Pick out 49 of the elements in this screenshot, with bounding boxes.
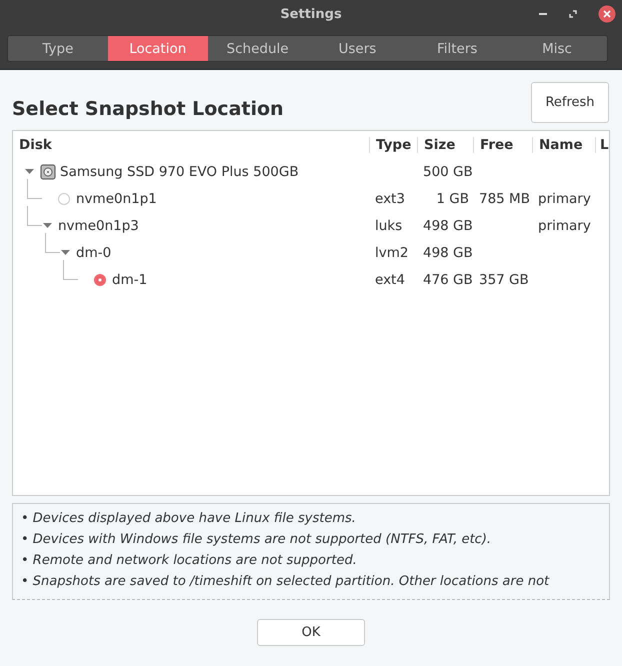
table-cell: 1 GB bbox=[436, 190, 469, 206]
window-title: Settings bbox=[280, 6, 342, 22]
column-header[interactable]: Name bbox=[532, 136, 595, 152]
device-name: dm-1 bbox=[112, 272, 148, 288]
note-text: • Remote and network locations are not supported. bbox=[21, 552, 358, 570]
tree-line bbox=[63, 260, 78, 280]
column-header[interactable]: Free bbox=[473, 136, 532, 152]
radio-button[interactable] bbox=[58, 192, 70, 204]
table-cell: 476 GB bbox=[423, 272, 473, 288]
note-text: • Devices displayed above have Linux file systems. bbox=[21, 510, 357, 528]
refresh-button[interactable]: Refresh bbox=[531, 82, 609, 123]
tab[interactable]: Users bbox=[307, 36, 408, 61]
column-header[interactable]: Disk bbox=[13, 136, 369, 152]
tab[interactable]: Filters bbox=[407, 36, 508, 61]
note-text: • Devices with Windows file systems are not supported (NTFS, FAT, etc). bbox=[21, 531, 492, 549]
table-cell: 498 GB bbox=[423, 218, 473, 234]
column-header[interactable]: Type bbox=[369, 136, 417, 152]
minimize-icon[interactable] bbox=[538, 12, 548, 16]
table-cell: primary bbox=[538, 218, 591, 234]
device-name: dm-0 bbox=[76, 244, 112, 260]
note-text: • Snapshots are saved to /timeshift on selected partition. Other locations are not bbox=[21, 573, 550, 591]
table-cell: ext3 bbox=[375, 190, 405, 206]
tab[interactable]: Misc bbox=[507, 36, 607, 61]
tab[interactable]: Type bbox=[8, 36, 108, 61]
page-heading: Select Snapshot Location bbox=[12, 98, 284, 120]
device-name: nvme0n1p3 bbox=[58, 218, 139, 234]
column-header[interactable]: Size bbox=[417, 136, 473, 152]
expander-down-icon[interactable] bbox=[43, 221, 52, 230]
table-cell: ext4 bbox=[375, 272, 405, 288]
table-cell: lvm2 bbox=[375, 244, 408, 260]
ok-button[interactable]: OK bbox=[257, 618, 365, 646]
table-cell: luks bbox=[375, 218, 402, 234]
table-cell: primary bbox=[538, 190, 591, 206]
tree-line bbox=[27, 179, 42, 199]
table-cell: 785 MB bbox=[479, 190, 530, 206]
expander-down-icon[interactable] bbox=[61, 248, 70, 257]
tree-line bbox=[45, 233, 60, 253]
radio-button[interactable] bbox=[94, 274, 106, 286]
device-name: Samsung SSD 970 EVO Plus 500GB bbox=[60, 164, 299, 180]
device-name: nvme0n1p1 bbox=[76, 190, 157, 206]
restore-icon[interactable] bbox=[568, 9, 578, 19]
tab[interactable]: Schedule bbox=[208, 36, 308, 61]
expander-down-icon[interactable] bbox=[25, 167, 34, 176]
table-cell: 500 GB bbox=[423, 164, 473, 180]
table-cell: 498 GB bbox=[423, 244, 473, 260]
table-cell: 357 GB bbox=[479, 272, 529, 288]
close-icon[interactable] bbox=[598, 5, 616, 23]
column-header[interactable]: L bbox=[595, 136, 609, 152]
tree-line bbox=[27, 206, 42, 226]
